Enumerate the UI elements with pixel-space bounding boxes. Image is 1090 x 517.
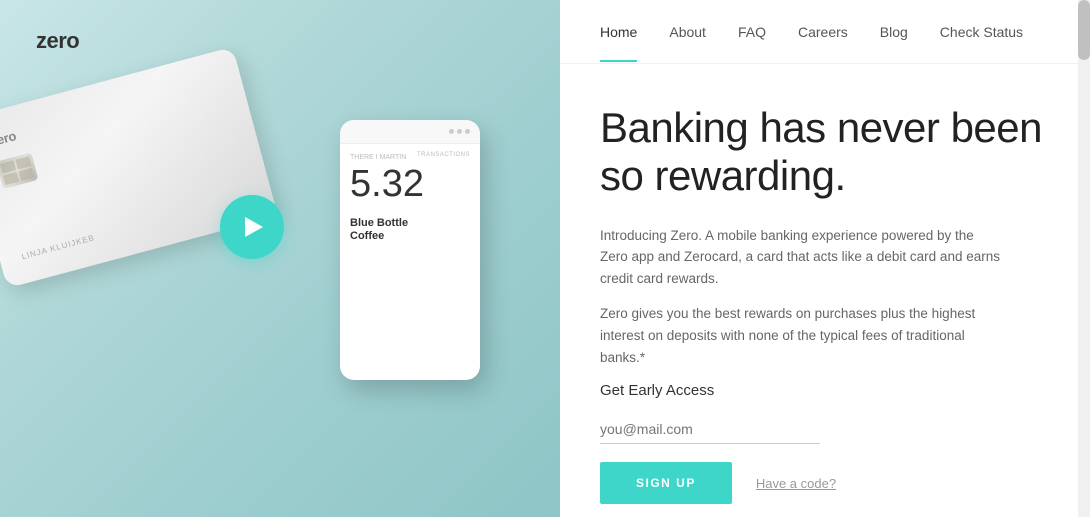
phone-dot-2 <box>457 129 462 134</box>
phone-dot-1 <box>449 129 454 134</box>
phone-transaction-label: Transactions <box>417 152 470 158</box>
phone-amount: 5.32 <box>350 165 470 203</box>
card-name: LINJA KLUIJKEB <box>21 233 96 261</box>
nav-item-check-status[interactable]: Check Status <box>940 2 1023 62</box>
nav-item-faq[interactable]: FAQ <box>738 2 766 62</box>
hero-title: Banking has never been so rewarding. <box>600 104 1050 201</box>
phone-dots <box>449 129 470 134</box>
nav-item-about[interactable]: About <box>669 2 706 62</box>
play-icon <box>245 217 263 237</box>
early-access-label: Get Early Access <box>600 382 1050 399</box>
email-input[interactable] <box>600 415 820 444</box>
phone-frame: Transactions THERE I MARTIN 5.32 Blue Bo… <box>340 120 480 380</box>
play-button[interactable] <box>220 195 284 259</box>
phone-container: Transactions THERE I MARTIN 5.32 Blue Bo… <box>340 120 500 500</box>
navigation: Home About FAQ Careers Blog Check Status <box>560 0 1090 64</box>
description-2: Zero gives you the best rewards on purch… <box>600 303 1000 368</box>
nav-item-home[interactable]: Home <box>600 2 637 62</box>
email-input-wrapper <box>600 415 820 444</box>
description-1: Introducing Zero. A mobile banking exper… <box>600 225 1000 290</box>
phone-merchant: Blue Bottle Coffee <box>350 217 470 243</box>
phone-top-bar <box>340 120 480 144</box>
cta-row: SIGN UP Have a code? <box>600 462 1050 504</box>
right-panel: Home About FAQ Careers Blog Check Status… <box>560 0 1090 517</box>
nav-item-blog[interactable]: Blog <box>880 2 908 62</box>
phone-screen: Transactions THERE I MARTIN 5.32 Blue Bo… <box>340 144 480 253</box>
card-chip <box>0 153 38 189</box>
signup-button[interactable]: SIGN UP <box>600 462 732 504</box>
card-logo: zero <box>0 128 18 149</box>
scrollbar-thumb[interactable] <box>1078 0 1090 60</box>
scrollbar[interactable] <box>1078 0 1090 517</box>
chip-cell-4 <box>19 168 35 181</box>
nav-item-careers[interactable]: Careers <box>798 2 848 62</box>
phone-dot-3 <box>465 129 470 134</box>
chip-cell-3 <box>3 172 19 185</box>
logo: zero <box>36 28 79 54</box>
have-code-link[interactable]: Have a code? <box>756 476 836 491</box>
main-content: Banking has never been so rewarding. Int… <box>560 64 1090 517</box>
left-panel: zero zero LINJA KLUIJKEB <box>0 0 560 517</box>
